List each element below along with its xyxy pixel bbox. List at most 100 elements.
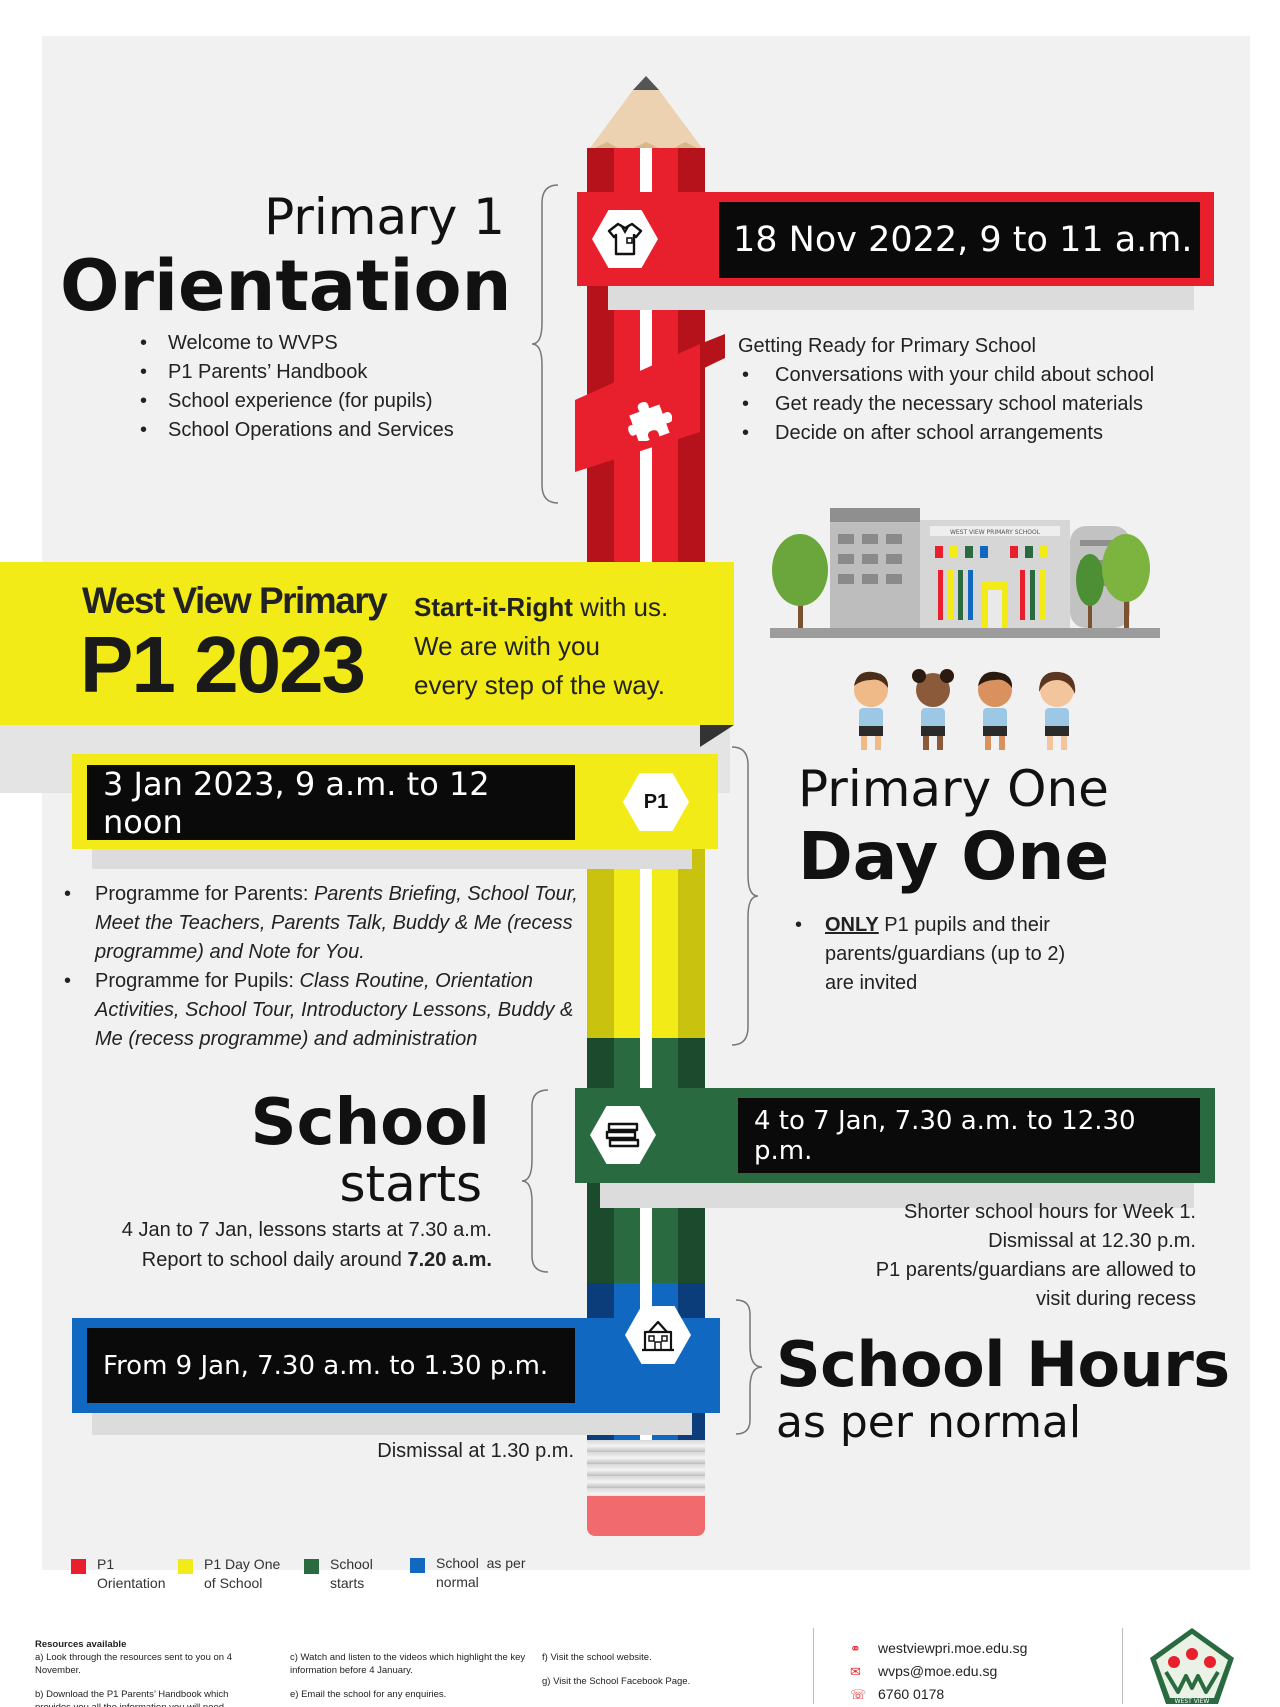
tagline-line3: every step of the way. — [414, 670, 665, 700]
invite-text-2: parents/guardians (up to 2) — [825, 943, 1066, 965]
tagline-line2: We are with you — [414, 631, 600, 661]
school-starts-title: School starts — [200, 1088, 490, 1210]
legend-orientation: P1 Orientation — [71, 1555, 165, 1593]
resources-col-3: f) Visit the school website. g) Visit th… — [542, 1651, 742, 1688]
invite-text-3: are invited — [825, 972, 918, 994]
school-starts-report: Report to school daily around — [141, 1249, 408, 1271]
child-icon — [978, 671, 1013, 750]
dismissal-text: Dismissal at 12.30 p.m. — [988, 1230, 1196, 1252]
school-hours-date: From 9 Jan, 7.30 a.m. to 1.30 p.m. — [103, 1350, 549, 1381]
recess-text: visit during recess — [1035, 1288, 1196, 1310]
orientation-title-small: Primary 1 — [264, 188, 505, 246]
day-one-brace — [731, 746, 759, 1046]
list-item: Welcome to WVPS — [136, 329, 516, 358]
resource-g: g) Visit the School Facebook Page. — [542, 1676, 691, 1687]
day-one-programmes: • Programme for Parents: Parents Briefin… — [64, 883, 578, 1050]
school-hours-dismissal: Dismissal at 1.30 p.m. — [377, 1440, 574, 1462]
children-illustration — [854, 669, 1076, 750]
list-item: Decide on after school arrangements — [738, 419, 1218, 448]
banner-year: P1 2023 — [80, 620, 366, 709]
books-icon — [605, 1122, 640, 1148]
school-starts-right-text: Shorter school hours for Week 1. Dismiss… — [760, 1198, 1196, 1314]
legend-swatch-blue — [410, 1558, 425, 1573]
list-item: P1 Parents’ Handbook — [136, 358, 516, 387]
school-starts-title-big: School — [250, 1086, 490, 1160]
shirt-icon — [607, 222, 643, 256]
school-logo: WEST VIEW — [1150, 1628, 1234, 1705]
orientation-date: 18 Nov 2022, 9 to 11 a.m. — [733, 220, 1193, 260]
school-starts-report-time: 7.20 a.m. — [407, 1249, 492, 1271]
day-one-title: Primary One Day One — [798, 758, 1109, 894]
puzzle-icon — [628, 401, 672, 441]
resource-b: b) Download the P1 Parents’ Handbook whi… — [35, 1689, 229, 1707]
pencil-tip — [587, 76, 705, 152]
resource-c: c) Watch and listen to the videos which … — [290, 1652, 526, 1676]
school-starts-title-small: starts — [339, 1155, 482, 1213]
list-item: Get ready the necessary school materials — [738, 390, 1218, 419]
resources-col-1: Resources available a) Look through the … — [35, 1638, 255, 1707]
school-hours-title-big: School Hours — [776, 1328, 1230, 1401]
tree-icon — [772, 534, 828, 628]
tagline-bold: Start-it-Right — [414, 592, 573, 622]
phone-icon: ☏ — [850, 1687, 867, 1702]
school-building-icon — [642, 1320, 674, 1352]
pencil-eraser — [587, 1496, 705, 1536]
invite-only: ONLY — [825, 914, 879, 936]
resource-e: e) Email the school for any enquiries. — [290, 1689, 447, 1700]
list-item: School experience (for pupils) — [136, 387, 516, 416]
contact-phone[interactable]: ☏ 6760 0178 — [850, 1686, 944, 1702]
link-icon: ⚭ — [850, 1641, 861, 1656]
child-icon — [854, 671, 889, 750]
school-hours-title-small: as per normal — [776, 1397, 1082, 1448]
contact-website[interactable]: ⚭ westviewpri.moe.edu.sg — [850, 1640, 1027, 1656]
day-one-invite: • ONLY P1 pupils and their parents/guard… — [795, 914, 1066, 994]
pupils-programme-label: Programme for Pupils: — [95, 970, 300, 992]
banner-fold — [700, 725, 734, 747]
orientation-brace — [531, 184, 559, 504]
week1-text: Shorter school hours for Week 1. — [904, 1201, 1196, 1223]
banner-school-name: West View Primary — [82, 580, 388, 621]
list-item: School Operations and Services — [136, 416, 516, 445]
pencil-ferrule — [587, 1440, 705, 1496]
footer-divider — [1122, 1628, 1123, 1704]
resources-heading: Resources available — [35, 1639, 127, 1650]
school-hours-brace — [735, 1299, 763, 1435]
contact-email[interactable]: ✉ wvps@moe.edu.sg — [850, 1663, 997, 1679]
orientation-list: Welcome to WVPS P1 Parents’ Handbook Sch… — [136, 329, 516, 445]
day-one-date-box: 3 Jan 2023, 9 a.m. to 12 noon — [87, 764, 575, 841]
school-starts-lessons: 4 Jan to 7 Jan, lessons starts at 7.30 a… — [121, 1219, 492, 1241]
school-starts-date: 4 to 7 Jan, 7.30 a.m. to 12.30 p.m. — [754, 1105, 1136, 1166]
day-one-date: 3 Jan 2023, 9 a.m. to 12 noon — [103, 764, 490, 841]
school-starts-date-box: 4 to 7 Jan, 7.30 a.m. to 12.30 p.m. — [738, 1098, 1200, 1173]
legend-school-hours: School as per normal — [410, 1554, 526, 1592]
tagline-rest: with us. — [572, 592, 669, 622]
ready-list: Conversations with your child about scho… — [738, 361, 1218, 448]
child-icon — [912, 669, 954, 750]
building-sign: WEST VIEW PRIMARY SCHOOL — [950, 529, 1041, 536]
orientation-title-big: Orientation — [60, 245, 512, 327]
school-building-illustration: WEST VIEW PRIMARY SCHOOL — [770, 508, 1160, 638]
child-icon — [1039, 671, 1076, 750]
legend-swatch-red — [71, 1559, 86, 1574]
p1-badge-label: P1 — [643, 790, 669, 813]
school-hours-date-box: From 9 Jan, 7.30 a.m. to 1.30 p.m. — [87, 1328, 575, 1403]
footer-divider — [813, 1628, 814, 1704]
orientation-date-box: 18 Nov 2022, 9 to 11 a.m. — [719, 202, 1200, 278]
day-one-title-big: Day One — [798, 818, 1110, 895]
logo-text: WEST VIEW — [1175, 1698, 1210, 1705]
legend-school-starts: School starts — [304, 1555, 373, 1593]
resources-col-2: c) Watch and listen to the videos which … — [290, 1651, 530, 1701]
resource-a: a) Look through the resources sent to yo… — [35, 1652, 232, 1676]
school-starts-brace — [521, 1089, 549, 1273]
ready-heading: Getting Ready for Primary School — [738, 335, 1036, 357]
legend-day-one: P1 Day One of School — [178, 1555, 280, 1593]
legend-swatch-yellow — [178, 1559, 193, 1574]
resource-f: f) Visit the school website. — [542, 1652, 652, 1663]
parents-visit-text: P1 parents/guardians are allowed to — [875, 1259, 1196, 1281]
banner-tagline: Start-it-Right with us. We are with you … — [414, 588, 668, 705]
envelope-icon: ✉ — [850, 1664, 861, 1679]
day-one-title-small: Primary One — [798, 760, 1109, 818]
school-starts-left-text: 4 Jan to 7 Jan, lessons starts at 7.30 a… — [60, 1215, 492, 1275]
parents-programme-label: Programme for Parents: — [95, 883, 314, 905]
invite-text-1: P1 pupils and their — [878, 914, 1050, 936]
